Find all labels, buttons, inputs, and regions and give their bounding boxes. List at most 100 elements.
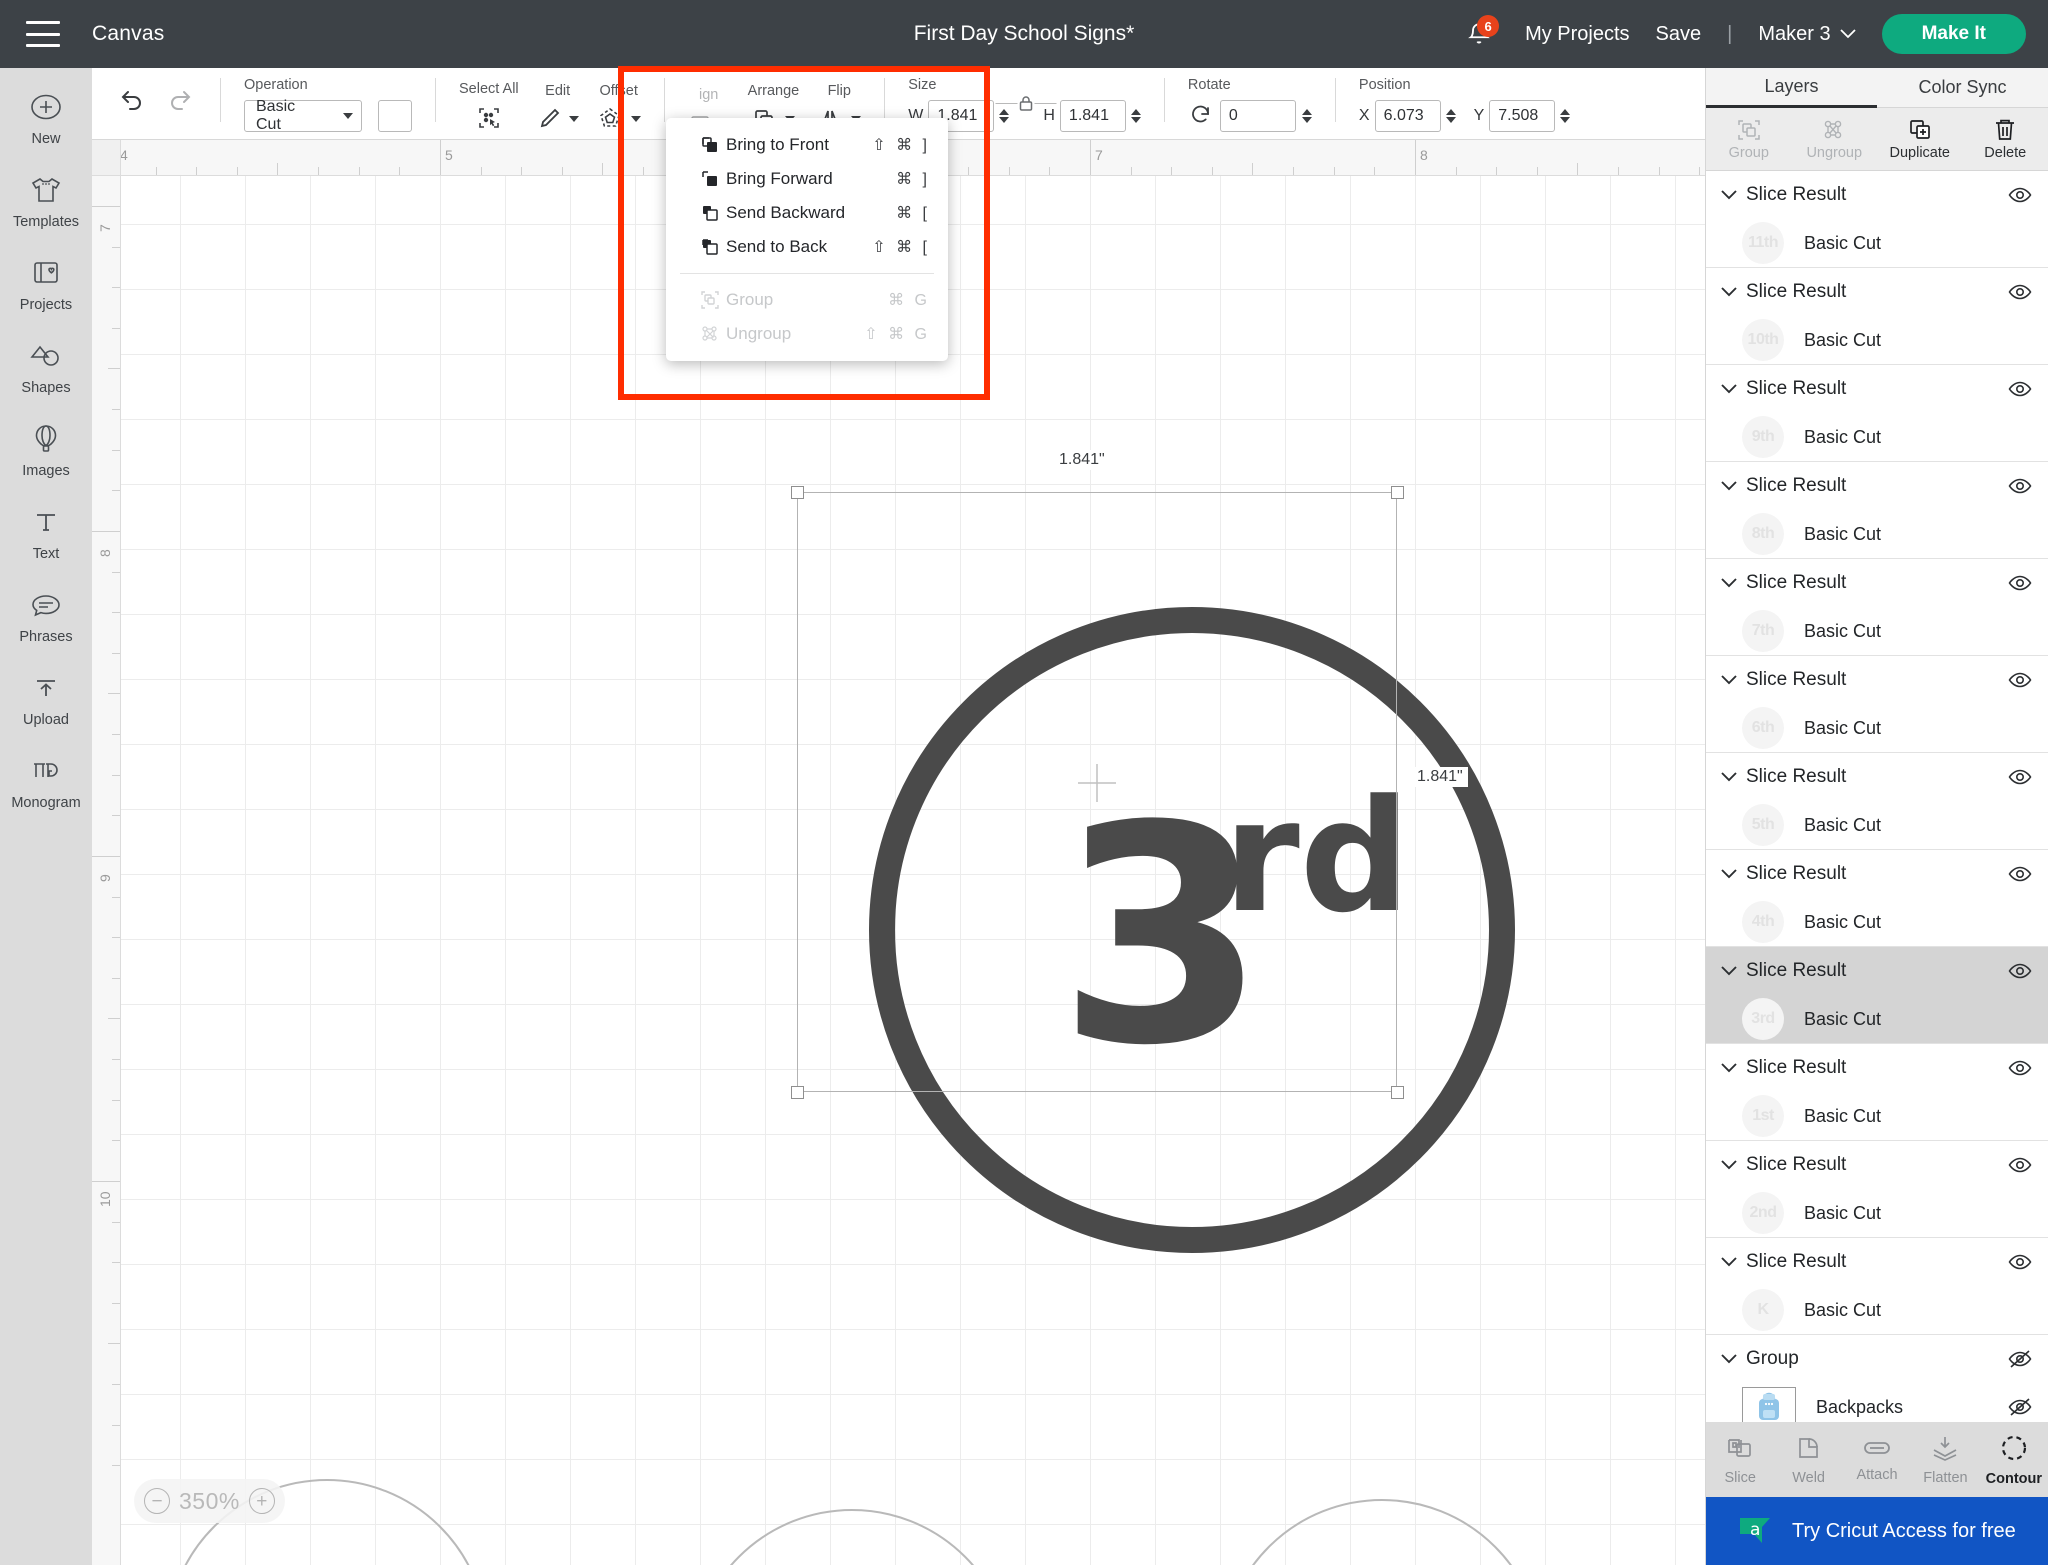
layer-group[interactable]: Slice Result11thBasic Cut [1706, 171, 2048, 268]
resize-handle-tl[interactable] [791, 486, 804, 499]
chevron-down-icon[interactable] [1720, 480, 1746, 492]
height-input[interactable]: 1.841 [1060, 100, 1126, 132]
eye-visible-icon[interactable] [2008, 1156, 2032, 1174]
my-projects-link[interactable]: My Projects [1525, 23, 1629, 46]
delete-button[interactable]: Delete [1963, 108, 2048, 170]
eye-visible-icon[interactable] [2008, 865, 2032, 883]
y-stepper[interactable] [1560, 109, 1570, 123]
layer-header[interactable]: Slice Result [1706, 171, 2048, 219]
eye-visible-icon[interactable] [2008, 1253, 2032, 1271]
layer-group[interactable]: Slice Result7thBasic Cut [1706, 559, 2048, 656]
chevron-down-icon[interactable] [1720, 1062, 1746, 1074]
eye-visible-icon[interactable] [2008, 186, 2032, 204]
chevron-down-icon[interactable] [1720, 1256, 1746, 1268]
rotate-input[interactable]: 0 [1220, 100, 1296, 132]
layer-group[interactable]: Slice Result5thBasic Cut [1706, 753, 2048, 850]
layer-group[interactable]: Slice ResultKBasic Cut [1706, 1238, 2048, 1335]
layer-header[interactable]: Slice Result [1706, 947, 2048, 995]
layer-item[interactable]: 1stBasic Cut [1706, 1092, 2048, 1140]
layer-header[interactable]: Slice Result [1706, 1044, 2048, 1092]
save-button[interactable]: Save [1656, 23, 1702, 46]
rail-item-monogram[interactable]: Monogram [0, 750, 92, 811]
layer-header[interactable]: Slice Result [1706, 850, 2048, 898]
chevron-down-icon[interactable] [1720, 674, 1746, 686]
duplicate-button[interactable]: Duplicate [1877, 108, 1963, 170]
rail-item-new[interactable]: New [0, 86, 92, 147]
layer-group[interactable]: Slice Result8thBasic Cut [1706, 462, 2048, 559]
operation-select[interactable]: Basic Cut [244, 100, 362, 132]
rail-item-images[interactable]: Images [0, 418, 92, 479]
pencil-icon[interactable] [537, 106, 561, 132]
lock-aspect-ratio[interactable] [996, 94, 1057, 113]
layer-item[interactable]: 9thBasic Cut [1706, 413, 2048, 461]
x-stepper[interactable] [1446, 109, 1456, 123]
zoom-out-button[interactable]: − [144, 1488, 170, 1514]
layer-item[interactable]: 8thBasic Cut [1706, 510, 2048, 558]
rail-item-shapes[interactable]: Shapes [0, 335, 92, 396]
zoom-in-button[interactable]: + [249, 1488, 275, 1514]
menu-item-bring-forward[interactable]: Bring Forward⌘ ] [666, 162, 948, 196]
notifications-button[interactable]: 6 [1459, 14, 1499, 54]
resize-handle-br[interactable] [1391, 1086, 1404, 1099]
chevron-down-icon[interactable] [1720, 1353, 1746, 1365]
rail-item-templates[interactable]: Templates [0, 169, 92, 230]
y-field[interactable]: Y 7.508 [1474, 100, 1571, 132]
ungroup-button[interactable]: Ungroup [1792, 108, 1878, 170]
layer-group[interactable]: Slice Result9thBasic Cut [1706, 365, 2048, 462]
tab-layers[interactable]: Layers [1706, 68, 1877, 108]
chevron-down-icon[interactable] [1720, 189, 1746, 201]
layer-header[interactable]: Slice Result [1706, 268, 2048, 316]
menu-item-send-backward[interactable]: Send Backward⌘ [ [666, 196, 948, 230]
hamburger-menu-icon[interactable] [26, 21, 60, 47]
eye-visible-icon[interactable] [2008, 1059, 2032, 1077]
layer-group[interactable]: Slice Result10thBasic Cut [1706, 268, 2048, 365]
machine-selector[interactable]: Maker 3 [1758, 23, 1855, 46]
eye-visible-icon[interactable] [2008, 477, 2032, 495]
tab-color-sync[interactable]: Color Sync [1877, 68, 2048, 108]
eye-visible-icon[interactable] [2008, 283, 2032, 301]
layers-list[interactable]: Slice Result11thBasic CutSlice Result10t… [1706, 171, 2048, 1422]
rotate-icon[interactable] [1188, 104, 1214, 128]
eye-visible-icon[interactable] [2008, 380, 2032, 398]
layer-item[interactable]: 4thBasic Cut [1706, 898, 2048, 946]
select-all-icon[interactable] [475, 104, 503, 132]
layer-header[interactable]: Group [1706, 1335, 2048, 1383]
eye-visible-icon[interactable] [2008, 574, 2032, 592]
redo-button[interactable] [156, 88, 206, 112]
eye-hidden-icon[interactable] [2008, 1350, 2032, 1368]
offset-icon[interactable] [597, 106, 623, 132]
layer-header[interactable]: Slice Result [1706, 753, 2048, 801]
layer-item[interactable]: 3rdBasic Cut [1706, 995, 2048, 1043]
layer-group[interactable]: Slice Result3rdBasic Cut [1706, 947, 2048, 1044]
chevron-down-icon[interactable] [1720, 771, 1746, 783]
rail-item-upload[interactable]: Upload [0, 667, 92, 728]
layer-item[interactable]: Backpacks [1706, 1383, 2048, 1422]
menu-item-bring-to-front[interactable]: Bring to Front⇧ ⌘ ] [666, 128, 948, 162]
x-field[interactable]: X 6.073 [1359, 100, 1456, 132]
rotate-stepper[interactable] [1302, 109, 1312, 123]
layer-group[interactable]: GroupBackpacks [1706, 1335, 2048, 1422]
layer-item[interactable]: 5thBasic Cut [1706, 801, 2048, 849]
eye-visible-icon[interactable] [2008, 671, 2032, 689]
rail-item-projects[interactable]: Projects [0, 252, 92, 313]
layer-group[interactable]: Slice Result6thBasic Cut [1706, 656, 2048, 753]
layer-group[interactable]: Slice Result2ndBasic Cut [1706, 1141, 2048, 1238]
layer-item[interactable]: 10thBasic Cut [1706, 316, 2048, 364]
chevron-down-icon[interactable] [1720, 868, 1746, 880]
chevron-down-icon[interactable] [569, 116, 579, 122]
layer-header[interactable]: Slice Result [1706, 1238, 2048, 1286]
rail-item-phrases[interactable]: Phrases [0, 584, 92, 645]
layer-header[interactable]: Slice Result [1706, 656, 2048, 704]
layer-item[interactable]: 11thBasic Cut [1706, 219, 2048, 267]
eye-visible-icon[interactable] [2008, 962, 2032, 980]
layer-item[interactable]: KBasic Cut [1706, 1286, 2048, 1334]
edit-group[interactable]: Edit [528, 83, 588, 132]
layer-item[interactable]: 2ndBasic Cut [1706, 1189, 2048, 1237]
resize-handle-tr[interactable] [1391, 486, 1404, 499]
layer-group[interactable]: Slice Result4thBasic Cut [1706, 850, 2048, 947]
offset-group[interactable]: Offset [588, 83, 650, 132]
select-all-group[interactable]: Select All [450, 81, 528, 132]
chevron-down-icon[interactable] [1720, 577, 1746, 589]
make-it-button[interactable]: Make It [1882, 14, 2026, 54]
layer-header[interactable]: Slice Result [1706, 365, 2048, 413]
